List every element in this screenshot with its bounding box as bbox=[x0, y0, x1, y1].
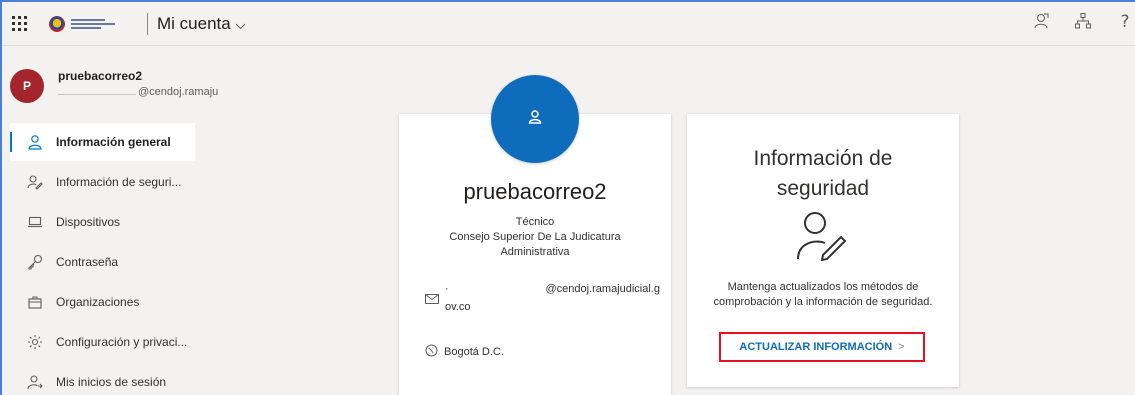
avatar: P bbox=[10, 69, 44, 103]
header-divider bbox=[147, 13, 148, 35]
department-cont: Administrativa bbox=[500, 246, 570, 258]
profile-name: pruebacorreo2 bbox=[463, 179, 607, 204]
sidebar-item-label: Configuración y privaci... bbox=[56, 335, 188, 349]
key-icon bbox=[26, 254, 44, 270]
security-card-description: Mantenga actualizados los métodos de com… bbox=[713, 281, 933, 308]
account-menu[interactable]: Mi cuenta bbox=[157, 14, 246, 34]
profile-job-info: Técnico Consejo Superior De La Judicatur… bbox=[399, 215, 671, 260]
location-icon bbox=[425, 344, 438, 360]
sidebar-item-label: Información general bbox=[56, 135, 171, 149]
sign-in-icon bbox=[26, 374, 44, 390]
sidebar-item-contrasena[interactable]: Contraseña bbox=[10, 243, 200, 281]
person-icon bbox=[26, 134, 44, 150]
person-icon bbox=[527, 109, 543, 130]
top-bar: Mi cuenta ? bbox=[2, 2, 1135, 46]
laptop-icon bbox=[26, 214, 44, 230]
feedback-icon[interactable] bbox=[1031, 12, 1051, 32]
sidebar-nav: Información general Información de segur… bbox=[10, 123, 200, 395]
header-actions: ? bbox=[1031, 12, 1135, 32]
chevron-right-icon: > bbox=[898, 341, 905, 353]
sidebar-item-label: Mis inicios de sesión bbox=[56, 375, 167, 389]
sidebar-item-inicios-sesion[interactable]: Mis inicios de sesión bbox=[10, 363, 200, 395]
profile-avatar bbox=[491, 75, 579, 163]
chevron-down-icon bbox=[235, 19, 246, 33]
user-profile-summary[interactable]: P pruebacorreo2 @cendoj.ramaju bbox=[10, 66, 218, 106]
seal-icon bbox=[49, 16, 65, 32]
sidebar-item-dispositivos[interactable]: Dispositivos bbox=[10, 203, 200, 241]
sidebar-item-configuracion[interactable]: Configuración y privaci... bbox=[10, 323, 200, 361]
sidebar-item-organizaciones[interactable]: Organizaciones bbox=[10, 283, 200, 321]
security-card-title: Información de seguridad bbox=[753, 147, 893, 200]
security-info-icon bbox=[795, 209, 851, 270]
help-icon[interactable]: ? bbox=[1115, 12, 1135, 32]
app-title: Mi cuenta bbox=[157, 14, 231, 33]
sidebar-item-informacion-general[interactable]: Información general bbox=[10, 123, 195, 161]
app-launcher-icon[interactable] bbox=[12, 16, 28, 32]
update-info-button[interactable]: ACTUALIZAR INFORMACIÓN > bbox=[719, 332, 925, 362]
gear-icon bbox=[26, 334, 44, 350]
user-name: pruebacorreo2 bbox=[58, 69, 143, 83]
location-text: Bogotá D.C. bbox=[444, 346, 504, 358]
org-chart-icon[interactable] bbox=[1073, 12, 1093, 32]
email-line-2: ov.co bbox=[445, 301, 471, 313]
job-title: Técnico bbox=[515, 216, 555, 228]
sidebar-item-label: Información de seguri... bbox=[56, 175, 182, 189]
sidebar-item-label: Organizaciones bbox=[56, 295, 140, 309]
sidebar-item-informacion-seguridad[interactable]: Información de seguri... bbox=[10, 163, 200, 201]
department: Consejo Superior De La Judicatura bbox=[449, 231, 621, 243]
mail-icon bbox=[425, 294, 439, 307]
security-info-card: Información de seguridad Mantenga actual… bbox=[687, 114, 959, 387]
sidebar-item-label: Contraseña bbox=[56, 255, 119, 269]
profile-location: Bogotá D.C. bbox=[425, 344, 504, 360]
email-line-1: @cendoj.ramajudicial.g bbox=[545, 283, 660, 295]
update-info-label: ACTUALIZAR INFORMACIÓN bbox=[739, 341, 893, 353]
organization-logo[interactable] bbox=[49, 16, 139, 32]
security-info-icon bbox=[26, 174, 44, 190]
sidebar-item-label: Dispositivos bbox=[56, 215, 121, 229]
briefcase-icon bbox=[26, 294, 44, 310]
user-email: @cendoj.ramaju bbox=[58, 85, 218, 98]
